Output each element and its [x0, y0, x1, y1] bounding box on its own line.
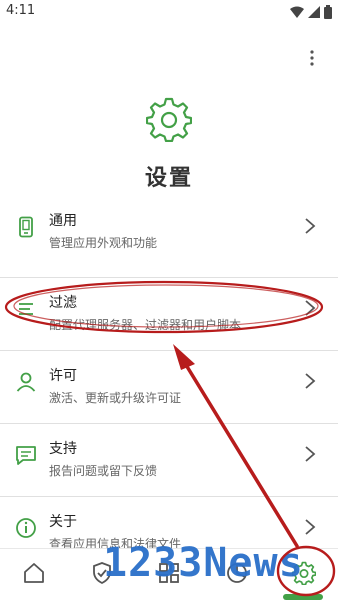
settings-item-subtitle: 激活、更新或升级许可证	[49, 391, 182, 405]
page-title: 设置	[144, 166, 193, 191]
more-vert-icon	[310, 50, 314, 66]
signal-icon	[308, 6, 320, 18]
settings-item-title: 关于	[49, 514, 77, 530]
filter-lines-icon	[19, 303, 33, 315]
settings-item-general[interactable]: 通用 管理应用外观和功能	[0, 196, 338, 268]
wifi-icon	[290, 6, 304, 18]
status-icons	[290, 5, 332, 19]
chevron-right-icon	[305, 218, 316, 234]
settings-item-filtering[interactable]: 过滤 配置代理服务器、过滤器和用户脚本	[0, 278, 338, 350]
settings-item-subtitle: 配置代理服务器、过滤器和用户脚本	[49, 318, 242, 332]
battery-icon	[324, 5, 332, 19]
gear-icon	[146, 97, 192, 142]
chat-icon	[16, 446, 36, 465]
info-icon	[16, 518, 36, 538]
chevron-right-icon	[305, 300, 316, 316]
person-icon	[16, 372, 36, 392]
more-options-button[interactable]	[298, 44, 326, 72]
settings-item-title: 支持	[49, 441, 77, 457]
settings-item-license[interactable]: 许可 激活、更新或升级许可证	[0, 351, 338, 423]
settings-item-support[interactable]: 支持 报告问题或留下反馈	[0, 424, 338, 496]
settings-item-title: 通用	[49, 213, 77, 229]
settings-item-subtitle: 管理应用外观和功能	[49, 236, 158, 250]
settings-item-title: 过滤	[49, 295, 77, 311]
status-time: 4:11	[6, 3, 36, 18]
chevron-right-icon	[305, 446, 316, 462]
watermark-text: 1233News	[103, 540, 304, 586]
phone-icon	[19, 216, 33, 238]
nav-active-indicator	[283, 594, 323, 600]
settings-item-title: 许可	[49, 368, 77, 384]
chevron-right-icon	[305, 373, 316, 389]
chevron-right-icon	[305, 519, 316, 535]
home-icon[interactable]	[22, 561, 46, 585]
settings-item-subtitle: 报告问题或留下反馈	[49, 464, 158, 478]
status-bar: 4:11	[0, 0, 338, 24]
